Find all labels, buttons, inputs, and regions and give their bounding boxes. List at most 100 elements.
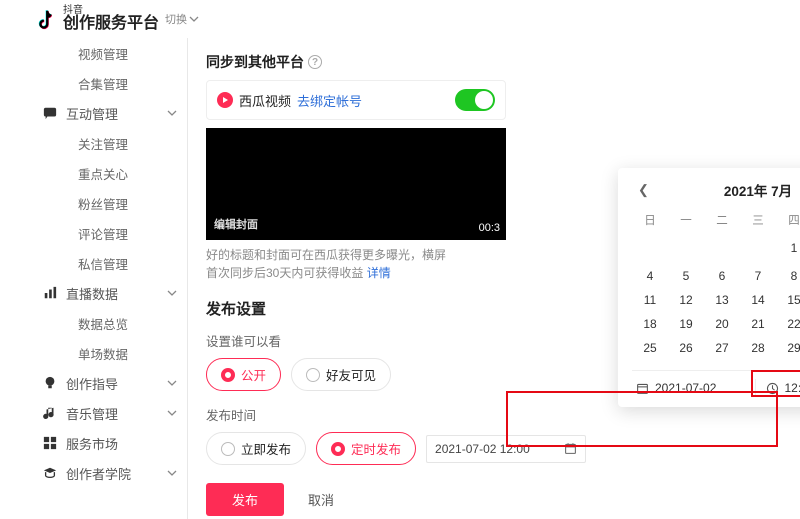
calendar-day — [740, 232, 776, 264]
music-icon — [42, 406, 58, 420]
sidebar-item-follow-manage[interactable]: 关注管理 — [42, 128, 187, 158]
calendar-day[interactable]: 4 — [632, 264, 668, 288]
detail-link[interactable]: 详情 — [367, 266, 391, 280]
calendar-day[interactable]: 7 — [740, 264, 776, 288]
calendar-day[interactable]: 26 — [668, 336, 704, 360]
publish-now[interactable]: 立即发布 — [206, 432, 306, 465]
grad-icon — [42, 466, 58, 480]
bind-account-link[interactable]: 去绑定帐号 — [297, 91, 362, 110]
bars-icon — [42, 286, 58, 300]
chevron-down-icon — [189, 14, 199, 24]
sidebar-item-music-manage[interactable]: 音乐管理 — [42, 398, 187, 428]
calendar-day[interactable]: 28 — [740, 336, 776, 360]
sidebar: 视频管理 合集管理 互动管理 关注管理 重点关心 粉丝管理 评论管理 私信管理 … — [0, 38, 188, 519]
picker-time-value: 12:00 — [785, 381, 800, 395]
clock-icon — [766, 382, 779, 395]
calendar-day[interactable]: 21 — [740, 312, 776, 336]
help-icon[interactable]: ? — [308, 55, 322, 69]
calendar-day[interactable]: 29 — [776, 336, 800, 360]
date-picker: ❮ 2021年 7月 ❯ 日一二三四五六 1234567891011121314… — [618, 168, 800, 407]
hint-text: 好的标题和封面可在西瓜获得更多曝光，横屏 首次同步后30天内可获得收益 详情 — [206, 246, 506, 282]
switch-label: 切换 — [165, 11, 187, 27]
video-cover[interactable]: 编辑封面 00:3 — [206, 128, 506, 240]
calendar-icon — [636, 382, 649, 395]
publish-button[interactable]: 发布 — [206, 483, 284, 516]
chat-icon — [42, 106, 58, 120]
calendar-day[interactable]: 8 — [776, 264, 800, 288]
calendar-day — [668, 232, 704, 264]
calendar-grid: 日一二三四五六 12345678910111213141516171819202… — [632, 208, 800, 360]
douyin-logo-icon — [36, 8, 58, 30]
main-content: 同步到其他平台 ? 西瓜视频 去绑定帐号 编辑封面 00:3 好的标题和封面可在… — [188, 38, 800, 519]
sidebar-item-session-data[interactable]: 单场数据 — [42, 338, 187, 368]
dow-cell: 一 — [668, 208, 704, 232]
sidebar-item-creation-guide[interactable]: 创作指导 — [42, 368, 187, 398]
chevron-down-icon — [167, 288, 177, 298]
radio-dot-icon — [331, 442, 345, 456]
calendar-day[interactable]: 20 — [704, 312, 740, 336]
dow-cell: 日 — [632, 208, 668, 232]
brand-block: 抖音 创作服务平台 — [63, 6, 159, 32]
calendar-day[interactable]: 12 — [668, 288, 704, 312]
chevron-down-icon — [167, 108, 177, 118]
dow-cell: 三 — [740, 208, 776, 232]
sidebar-item-key-care[interactable]: 重点关心 — [42, 158, 187, 188]
calendar-day[interactable]: 15 — [776, 288, 800, 312]
bulb-icon — [42, 376, 58, 390]
calendar-day[interactable]: 11 — [632, 288, 668, 312]
calendar-day — [632, 232, 668, 264]
dow-cell: 四 — [776, 208, 800, 232]
calendar-day[interactable]: 1 — [776, 232, 800, 264]
sidebar-item-creator-academy[interactable]: 创作者学院 — [42, 458, 187, 488]
sidebar-item-data-overview[interactable]: 数据总览 — [42, 308, 187, 338]
picker-date-box[interactable]: 2021-07-02 — [632, 379, 755, 397]
time-label: 发布时间 — [206, 405, 782, 424]
calendar-day — [704, 232, 740, 264]
calendar-day[interactable]: 13 — [704, 288, 740, 312]
xigua-label: 西瓜视频 — [239, 91, 291, 110]
calendar-day[interactable]: 22 — [776, 312, 800, 336]
grid-icon — [42, 436, 58, 450]
sync-toggle[interactable] — [455, 89, 495, 111]
calendar-day[interactable]: 25 — [632, 336, 668, 360]
calendar-day[interactable]: 14 — [740, 288, 776, 312]
sync-title-row: 同步到其他平台 ? — [206, 52, 782, 72]
xigua-row: 西瓜视频 去绑定帐号 — [206, 80, 506, 120]
calendar-day[interactable]: 6 — [704, 264, 740, 288]
sidebar-item-live-data[interactable]: 直播数据 — [42, 278, 187, 308]
brand-text: 创作服务平台 — [63, 15, 159, 32]
sidebar-item-service-market[interactable]: 服务市场 — [42, 428, 187, 458]
visibility-public[interactable]: 公开 — [206, 358, 281, 391]
calendar-day[interactable]: 27 — [704, 336, 740, 360]
chevron-down-icon — [167, 468, 177, 478]
picker-time-box[interactable]: 12:00 — [755, 379, 800, 397]
edit-cover-label: 编辑封面 — [214, 216, 258, 232]
picker-date-value: 2021-07-02 — [655, 381, 716, 395]
video-duration: 00:3 — [479, 222, 500, 234]
sidebar-item-video-manage[interactable]: 视频管理 — [42, 38, 187, 68]
sync-title: 同步到其他平台 — [206, 52, 304, 72]
radio-dot-icon — [306, 368, 320, 382]
datetime-value: 2021-07-02 12:00 — [435, 442, 530, 456]
sidebar-item-collection-manage[interactable]: 合集管理 — [42, 68, 187, 98]
radio-dot-icon — [221, 368, 235, 382]
cancel-button[interactable]: 取消 — [298, 483, 344, 516]
calendar-icon — [564, 442, 577, 455]
xigua-icon — [217, 92, 233, 108]
calendar-day[interactable]: 18 — [632, 312, 668, 336]
picker-title: 2021年 7月 — [724, 180, 792, 200]
sidebar-item-interaction[interactable]: 互动管理 — [42, 98, 187, 128]
publish-scheduled[interactable]: 定时发布 — [316, 432, 416, 465]
calendar-day[interactable]: 5 — [668, 264, 704, 288]
datetime-input[interactable]: 2021-07-02 12:00 — [426, 435, 586, 463]
visibility-friends[interactable]: 好友可见 — [291, 358, 391, 391]
dow-cell: 二 — [704, 208, 740, 232]
calendar-day[interactable]: 19 — [668, 312, 704, 336]
radio-dot-icon — [221, 442, 235, 456]
switch-link[interactable]: 切换 — [165, 11, 199, 27]
sidebar-item-comment-manage[interactable]: 评论管理 — [42, 218, 187, 248]
app-header: 抖音 创作服务平台 切换 — [0, 0, 800, 38]
prev-month[interactable]: ❮ — [632, 180, 655, 200]
sidebar-item-fans-manage[interactable]: 粉丝管理 — [42, 188, 187, 218]
sidebar-item-dm-manage[interactable]: 私信管理 — [42, 248, 187, 278]
